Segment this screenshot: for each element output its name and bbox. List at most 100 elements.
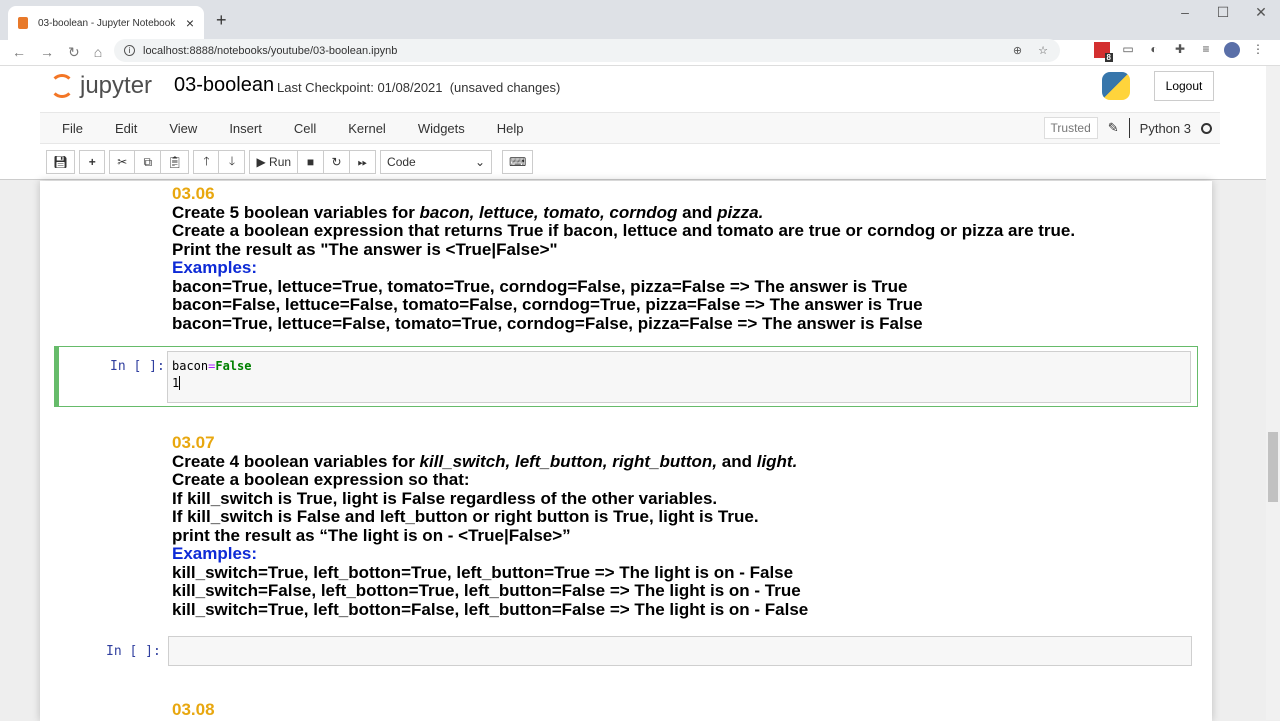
- zoom-icon[interactable]: ⊕: [1013, 44, 1022, 57]
- extensions-puzzle-icon[interactable]: ✚: [1172, 42, 1188, 58]
- code-token: bacon: [172, 359, 209, 373]
- input-prompt: In [ ]:: [110, 359, 165, 374]
- kernel-idle-icon: [1201, 122, 1212, 134]
- menu-edit[interactable]: Edit: [99, 121, 153, 136]
- menu-help[interactable]: Help: [481, 121, 540, 136]
- menu-view[interactable]: View: [153, 121, 213, 136]
- notebook-name[interactable]: 03-boolean: [174, 74, 274, 97]
- markdown-cell-0307[interactable]: 03.07 Create 4 boolean variables for kil…: [172, 433, 808, 619]
- profile-avatar[interactable]: [1224, 42, 1240, 58]
- kernel-name[interactable]: Python 3: [1140, 121, 1191, 136]
- move-down-button[interactable]: 🡓: [219, 150, 246, 174]
- code-editor[interactable]: [168, 636, 1192, 666]
- bookmark-star-icon[interactable]: ☆: [1038, 44, 1048, 57]
- text: pizza.: [717, 202, 764, 222]
- text: kill_switch, left_button, right_button,: [419, 451, 718, 471]
- reload-icon[interactable]: ↻: [68, 44, 80, 61]
- extension-circle-icon[interactable]: ◐: [1146, 42, 1162, 58]
- text: Print the result as "The answer is <True…: [172, 239, 558, 259]
- text: Create a boolean expression that returns…: [172, 221, 1076, 240]
- cell-type-select[interactable]: Code ⌄: [380, 150, 493, 174]
- notebook-toolbar: 💾︎ + ✂ ⧉ 📋︎ 🡑 🡓 ▶ Run ■ ↻ ⏩︎ Code ⌄ ⌨: [46, 150, 534, 174]
- example-line: kill_switch=True, left_botton=True, left…: [172, 562, 794, 582]
- new-tab-button[interactable]: +: [216, 10, 227, 31]
- text: Create a boolean expression so that:: [172, 470, 470, 489]
- jupyter-favicon-icon: [18, 17, 28, 29]
- close-window-icon[interactable]: ✕: [1242, 4, 1280, 21]
- text: and: [717, 451, 757, 471]
- extension-badge: 8: [1104, 53, 1113, 62]
- text: and: [677, 202, 718, 222]
- menu-file[interactable]: File: [40, 121, 99, 136]
- code-cell[interactable]: In [ ]:: [54, 631, 1198, 671]
- interrupt-button[interactable]: ■: [298, 150, 325, 174]
- restart-button[interactable]: ↻: [324, 150, 351, 174]
- move-up-button[interactable]: 🡑: [193, 150, 220, 174]
- examples-label: Examples:: [172, 544, 258, 563]
- run-label: Run: [269, 155, 292, 169]
- paste-button[interactable]: 📋︎: [161, 150, 190, 174]
- browser-menu-icon[interactable]: ⋮: [1250, 42, 1266, 58]
- save-button[interactable]: 💾︎: [46, 150, 76, 174]
- menu-bar: File Edit View Insert Cell Kernel Widget…: [40, 112, 1220, 144]
- menu-kernel[interactable]: Kernel: [332, 121, 402, 136]
- cell-heading: 03.07: [172, 433, 215, 452]
- maximize-icon[interactable]: ☐: [1204, 4, 1242, 21]
- code-token: False: [215, 359, 252, 373]
- media-queue-icon[interactable]: ≡: [1198, 42, 1214, 58]
- extension-chat-icon[interactable]: ▭: [1120, 42, 1136, 58]
- edit-mode-pencil-icon: ✎: [1107, 120, 1119, 135]
- python-logo-icon: [1102, 72, 1130, 100]
- logo-text: jupyter: [80, 72, 153, 99]
- url-text: localhost:8888/notebooks/youtube/03-bool…: [143, 44, 398, 57]
- back-icon[interactable]: ←: [12, 44, 26, 61]
- input-prompt: In [ ]:: [106, 644, 161, 659]
- example-line: kill_switch=False, left_botton=True, lef…: [172, 581, 801, 600]
- notebook-header: jupyter 03-boolean Last Checkpoint: 01/0…: [0, 66, 1266, 180]
- cut-button[interactable]: ✂: [109, 150, 136, 174]
- cell-heading: 03.08: [172, 700, 215, 719]
- code-cell-selected[interactable]: In [ ]: bacon=False 1​: [54, 346, 1198, 407]
- text: light.: [756, 451, 798, 471]
- menu-cell[interactable]: Cell: [278, 121, 332, 136]
- cell-type-value: Code: [387, 155, 416, 169]
- page-scrollbar[interactable]: [1266, 66, 1280, 720]
- insert-cell-button[interactable]: +: [79, 150, 106, 174]
- example-line: bacon=True, lettuce=True, tomato=True, c…: [172, 276, 908, 296]
- text: If kill_switch is False and left_button …: [172, 507, 759, 526]
- browser-tab[interactable]: 03-boolean - Jupyter Notebook ×: [8, 6, 204, 40]
- restart-run-all-button[interactable]: ⏩︎: [350, 150, 377, 174]
- text: print the result as “The light is on - <…: [172, 525, 571, 545]
- play-icon: ▶: [256, 155, 270, 169]
- minimize-icon[interactable]: –: [1166, 4, 1204, 21]
- markdown-cell-0308[interactable]: 03.08: [172, 700, 215, 720]
- forward-icon[interactable]: →: [40, 44, 54, 61]
- menu-widgets[interactable]: Widgets: [402, 121, 481, 136]
- notebook-container: 03.06 Create 5 boolean variables for bac…: [40, 181, 1212, 721]
- home-icon[interactable]: ⌂: [94, 44, 102, 61]
- menu-insert[interactable]: Insert: [213, 121, 278, 136]
- cell-heading: 03.06: [172, 184, 215, 203]
- jupyter-logo-icon: [50, 74, 74, 98]
- checkpoint-status: Last Checkpoint: 01/08/2021 (unsaved cha…: [277, 80, 561, 95]
- text-cursor: ​: [179, 376, 181, 390]
- example-line: bacon=True, lettuce=False, tomato=True, …: [172, 313, 923, 333]
- chevron-down-icon: ⌄: [474, 155, 486, 169]
- info-icon[interactable]: i: [124, 45, 135, 56]
- address-bar[interactable]: i localhost:8888/notebooks/youtube/03-boo…: [114, 39, 1060, 62]
- examples-label: Examples:: [172, 258, 258, 277]
- text: Create 4 boolean variables for: [172, 451, 420, 471]
- scrollbar-thumb[interactable]: [1268, 432, 1278, 502]
- trusted-indicator[interactable]: Trusted: [1043, 117, 1098, 139]
- markdown-cell-0306[interactable]: 03.06 Create 5 boolean variables for bac…: [172, 184, 1076, 333]
- run-button[interactable]: ▶ Run: [249, 150, 299, 174]
- close-tab-icon[interactable]: ×: [186, 15, 194, 31]
- copy-button[interactable]: ⧉: [135, 150, 162, 174]
- keyboard-shortcuts-button[interactable]: ⌨: [502, 150, 534, 174]
- logout-button[interactable]: Logout: [1154, 71, 1214, 101]
- text: Create 5 boolean variables for: [172, 202, 420, 222]
- extension-red-icon[interactable]: 8: [1094, 42, 1113, 62]
- example-line: bacon=False, lettuce=False, tomato=False…: [172, 295, 923, 314]
- jupyter-logo[interactable]: jupyter: [50, 72, 152, 100]
- code-editor[interactable]: bacon=False 1​: [167, 351, 1191, 403]
